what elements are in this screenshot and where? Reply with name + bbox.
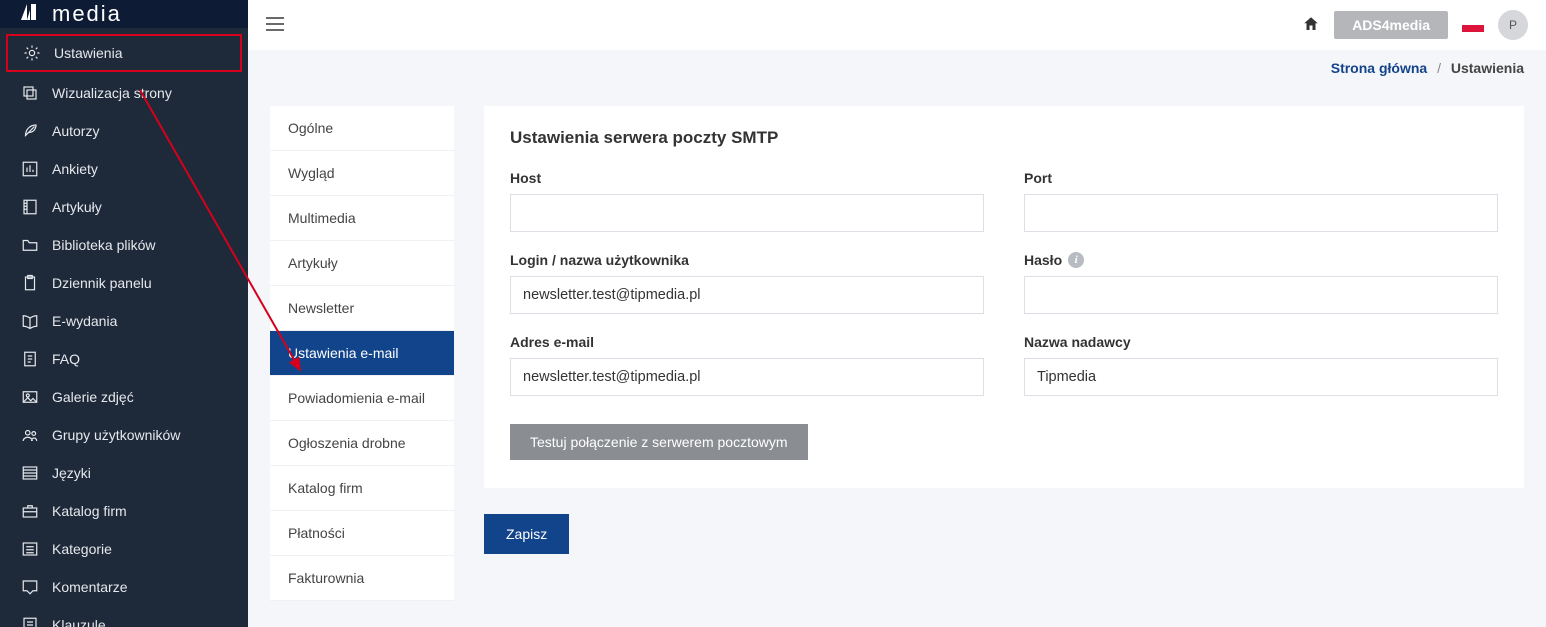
- sidebar-item-katalog-firm[interactable]: Katalog firm: [0, 492, 248, 530]
- sidebar-item-label: Dziennik panelu: [52, 275, 152, 291]
- card-title: Ustawienia serwera poczty SMTP: [510, 128, 1498, 148]
- sidebar-item-wizualizacja-strony[interactable]: Wizualizacja strony: [0, 74, 248, 112]
- sidebar-item-ustawienia[interactable]: Ustawienia: [6, 34, 242, 72]
- sidebar-item-label: Wizualizacja strony: [52, 85, 172, 101]
- topbar: ADS4media P: [248, 0, 1546, 50]
- label-login: Login / nazwa użytkownika: [510, 252, 984, 268]
- subnav-item-multimedia[interactable]: Multimedia: [270, 196, 454, 241]
- main: ADS4media P Strona główna / Ustawienia O…: [248, 0, 1546, 627]
- breadcrumb-home[interactable]: Strona główna: [1331, 60, 1427, 76]
- input-password[interactable]: [1024, 276, 1498, 314]
- field-port: Port: [1024, 170, 1498, 232]
- subnav-item-ogłoszenia-drobne[interactable]: Ogłoszenia drobne: [270, 421, 454, 466]
- clipboard-icon: [20, 273, 40, 293]
- sidebar-item-label: Artykuły: [52, 199, 102, 215]
- lang-icon: [20, 463, 40, 483]
- gear-icon: [22, 43, 42, 63]
- chart-icon: [20, 159, 40, 179]
- subnav-item-ustawienia-e-mail[interactable]: Ustawienia e-mail: [270, 331, 454, 376]
- sidebar-item-label: Biblioteka plików: [52, 237, 156, 253]
- input-port[interactable]: [1024, 194, 1498, 232]
- subnav-item-ogólne[interactable]: Ogólne: [270, 106, 454, 151]
- breadcrumb: Strona główna / Ustawienia: [248, 50, 1546, 76]
- sidebar-item-kategorie[interactable]: Kategorie: [0, 530, 248, 568]
- logo-text: media: [52, 1, 122, 27]
- sidebar-item-dziennik-panelu[interactable]: Dziennik panelu: [0, 264, 248, 302]
- sidebar-item-grupy-użytkowników[interactable]: Grupy użytkowników: [0, 416, 248, 454]
- input-email[interactable]: [510, 358, 984, 396]
- home-icon[interactable]: [1302, 15, 1320, 36]
- open-book-icon: [20, 311, 40, 331]
- sidebar-item-label: Kategorie: [52, 541, 112, 557]
- briefcase-icon: [20, 501, 40, 521]
- users-icon: [20, 425, 40, 445]
- field-host: Host: [510, 170, 984, 232]
- info-icon[interactable]: i: [1068, 252, 1084, 268]
- clause-icon: [20, 615, 40, 627]
- smtp-card: Ustawienia serwera poczty SMTP Host Port…: [484, 106, 1524, 488]
- label-email: Adres e-mail: [510, 334, 984, 350]
- menu-toggle-icon[interactable]: [266, 17, 284, 34]
- sidebar-item-faq[interactable]: FAQ: [0, 340, 248, 378]
- label-host: Host: [510, 170, 984, 186]
- sidebar-item-e-wydania[interactable]: E-wydania: [0, 302, 248, 340]
- settings-subnav: OgólneWyglądMultimediaArtykułyNewsletter…: [270, 106, 454, 601]
- folder-icon: [20, 235, 40, 255]
- logo-icon: [18, 0, 46, 28]
- test-connection-button[interactable]: Testuj połączenie z serwerem pocztowym: [510, 424, 808, 460]
- field-login: Login / nazwa użytkownika: [510, 252, 984, 314]
- field-password: Hasło i: [1024, 252, 1498, 314]
- sidebar-item-komentarze[interactable]: Komentarze: [0, 568, 248, 606]
- sidebar-item-label: Komentarze: [52, 579, 127, 595]
- comment-icon: [20, 577, 40, 597]
- subnav-item-artykuły[interactable]: Artykuły: [270, 241, 454, 286]
- sidebar-item-label: Języki: [52, 465, 91, 481]
- subnav-item-płatności[interactable]: Płatności: [270, 511, 454, 556]
- sidebar-item-ankiety[interactable]: Ankiety: [0, 150, 248, 188]
- image-icon: [20, 387, 40, 407]
- label-sender: Nazwa nadawcy: [1024, 334, 1498, 350]
- flag-poland-icon[interactable]: [1462, 18, 1484, 32]
- sidebar-item-galerie-zdjęć[interactable]: Galerie zdjęć: [0, 378, 248, 416]
- sidebar-item-label: FAQ: [52, 351, 80, 367]
- sidebar: media Ustawienia Wizualizacja strony Autor…: [0, 0, 248, 627]
- subnav-item-powiadomienia-e-mail[interactable]: Powiadomienia e-mail: [270, 376, 454, 421]
- sidebar-item-klauzule[interactable]: Klauzule: [0, 606, 248, 627]
- sidebar-item-label: Klauzule: [52, 617, 106, 627]
- label-password: Hasło i: [1024, 252, 1498, 268]
- book-icon: [20, 197, 40, 217]
- list-icon: [20, 539, 40, 559]
- sidebar-item-label: Ustawienia: [54, 45, 122, 61]
- sidebar-item-artykuły[interactable]: Artykuły: [0, 188, 248, 226]
- input-sender[interactable]: [1024, 358, 1498, 396]
- layers-icon: [20, 83, 40, 103]
- subnav-item-newsletter[interactable]: Newsletter: [270, 286, 454, 331]
- breadcrumb-current: Ustawienia: [1451, 60, 1524, 76]
- doc-icon: [20, 349, 40, 369]
- feather-icon: [20, 121, 40, 141]
- input-login[interactable]: [510, 276, 984, 314]
- sidebar-item-label: Autorzy: [52, 123, 99, 139]
- input-host[interactable]: [510, 194, 984, 232]
- content: OgólneWyglądMultimediaArtykułyNewsletter…: [248, 76, 1546, 627]
- field-email: Adres e-mail: [510, 334, 984, 396]
- sidebar-item-autorzy[interactable]: Autorzy: [0, 112, 248, 150]
- sidebar-item-label: Ankiety: [52, 161, 98, 177]
- sidebar-item-label: E-wydania: [52, 313, 117, 329]
- sidebar-item-label: Katalog firm: [52, 503, 127, 519]
- field-sender: Nazwa nadawcy: [1024, 334, 1498, 396]
- subnav-item-katalog-firm[interactable]: Katalog firm: [270, 466, 454, 511]
- save-button[interactable]: Zapisz: [484, 514, 569, 554]
- sidebar-item-języki[interactable]: Języki: [0, 454, 248, 492]
- avatar[interactable]: P: [1498, 10, 1528, 40]
- subnav-item-fakturownia[interactable]: Fakturownia: [270, 556, 454, 601]
- sidebar-item-label: Galerie zdjęć: [52, 389, 134, 405]
- brand-button[interactable]: ADS4media: [1334, 11, 1448, 39]
- logo[interactable]: media: [0, 0, 248, 28]
- sidebar-nav: Ustawienia Wizualizacja strony Autorzy Anki…: [0, 28, 248, 627]
- subnav-item-wygląd[interactable]: Wygląd: [270, 151, 454, 196]
- label-port: Port: [1024, 170, 1498, 186]
- sidebar-item-biblioteka-plików[interactable]: Biblioteka plików: [0, 226, 248, 264]
- sidebar-item-label: Grupy użytkowników: [52, 427, 180, 443]
